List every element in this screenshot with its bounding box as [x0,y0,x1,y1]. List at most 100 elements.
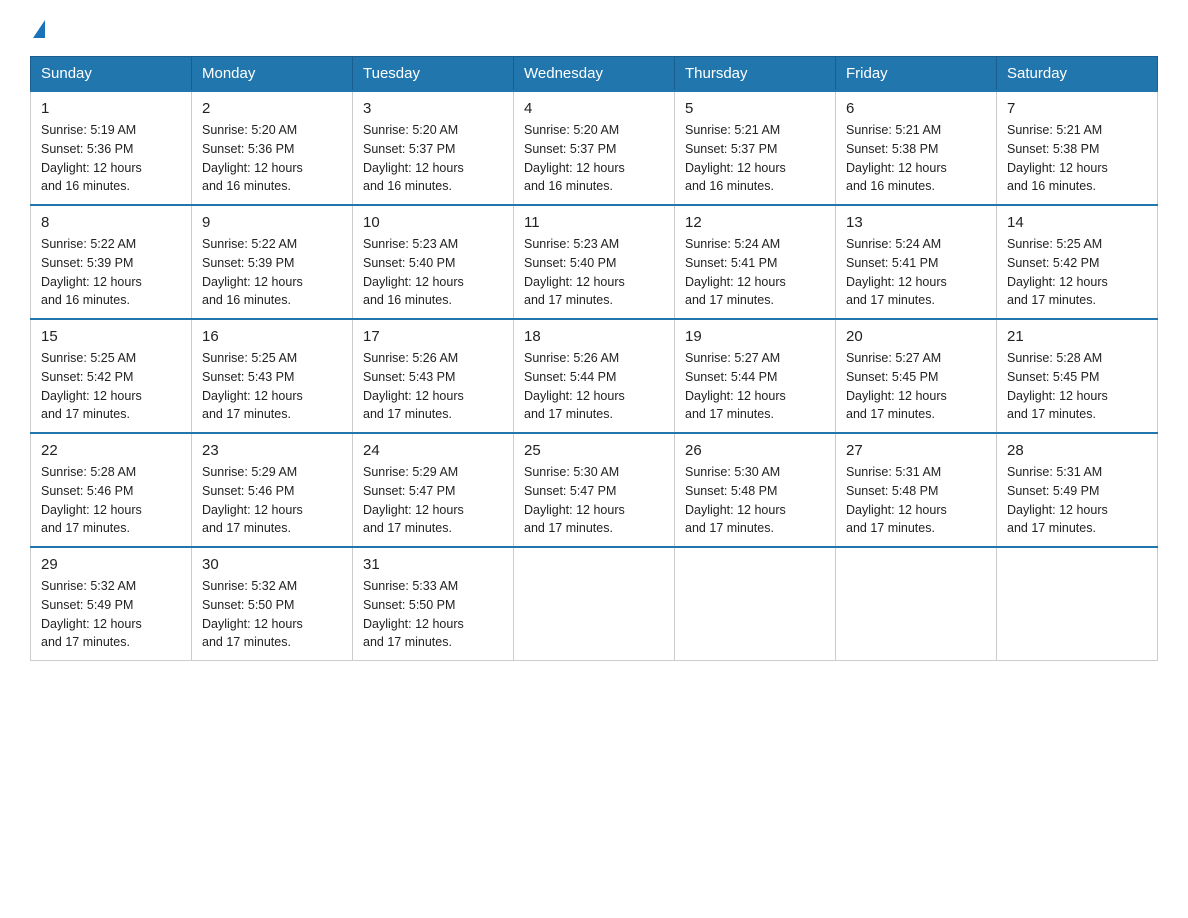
day-number: 24 [363,442,503,459]
calendar-cell: 3 Sunrise: 5:20 AMSunset: 5:37 PMDayligh… [353,91,514,205]
day-number: 3 [363,100,503,117]
calendar-week-row: 29 Sunrise: 5:32 AMSunset: 5:49 PMDaylig… [31,547,1158,661]
day-info: Sunrise: 5:28 AMSunset: 5:45 PMDaylight:… [1007,351,1108,421]
calendar-cell: 20 Sunrise: 5:27 AMSunset: 5:45 PMDaylig… [836,319,997,433]
calendar-cell: 14 Sunrise: 5:25 AMSunset: 5:42 PMDaylig… [997,205,1158,319]
day-info: Sunrise: 5:20 AMSunset: 5:36 PMDaylight:… [202,123,303,193]
day-number: 21 [1007,328,1147,345]
day-info: Sunrise: 5:23 AMSunset: 5:40 PMDaylight:… [363,237,464,307]
calendar-cell [836,547,997,661]
calendar-cell: 15 Sunrise: 5:25 AMSunset: 5:42 PMDaylig… [31,319,192,433]
calendar-cell [997,547,1158,661]
calendar-cell: 9 Sunrise: 5:22 AMSunset: 5:39 PMDayligh… [192,205,353,319]
day-info: Sunrise: 5:32 AMSunset: 5:49 PMDaylight:… [41,579,142,649]
day-number: 12 [685,214,825,231]
day-info: Sunrise: 5:33 AMSunset: 5:50 PMDaylight:… [363,579,464,649]
day-number: 16 [202,328,342,345]
day-info: Sunrise: 5:32 AMSunset: 5:50 PMDaylight:… [202,579,303,649]
calendar-cell: 10 Sunrise: 5:23 AMSunset: 5:40 PMDaylig… [353,205,514,319]
calendar-cell: 21 Sunrise: 5:28 AMSunset: 5:45 PMDaylig… [997,319,1158,433]
day-info: Sunrise: 5:29 AMSunset: 5:46 PMDaylight:… [202,465,303,535]
day-info: Sunrise: 5:19 AMSunset: 5:36 PMDaylight:… [41,123,142,193]
day-number: 28 [1007,442,1147,459]
day-number: 27 [846,442,986,459]
day-number: 5 [685,100,825,117]
day-number: 29 [41,556,181,573]
day-of-week-header: Saturday [997,57,1158,92]
day-number: 14 [1007,214,1147,231]
calendar-cell: 13 Sunrise: 5:24 AMSunset: 5:41 PMDaylig… [836,205,997,319]
day-number: 4 [524,100,664,117]
day-info: Sunrise: 5:20 AMSunset: 5:37 PMDaylight:… [524,123,625,193]
day-info: Sunrise: 5:21 AMSunset: 5:37 PMDaylight:… [685,123,786,193]
day-of-week-header: Sunday [31,57,192,92]
day-number: 6 [846,100,986,117]
calendar-cell: 22 Sunrise: 5:28 AMSunset: 5:46 PMDaylig… [31,433,192,547]
day-info: Sunrise: 5:25 AMSunset: 5:42 PMDaylight:… [1007,237,1108,307]
day-number: 19 [685,328,825,345]
day-number: 15 [41,328,181,345]
day-info: Sunrise: 5:23 AMSunset: 5:40 PMDaylight:… [524,237,625,307]
calendar-week-row: 1 Sunrise: 5:19 AMSunset: 5:36 PMDayligh… [31,91,1158,205]
calendar-cell: 6 Sunrise: 5:21 AMSunset: 5:38 PMDayligh… [836,91,997,205]
day-info: Sunrise: 5:21 AMSunset: 5:38 PMDaylight:… [846,123,947,193]
calendar-cell: 11 Sunrise: 5:23 AMSunset: 5:40 PMDaylig… [514,205,675,319]
day-info: Sunrise: 5:22 AMSunset: 5:39 PMDaylight:… [41,237,142,307]
day-info: Sunrise: 5:30 AMSunset: 5:47 PMDaylight:… [524,465,625,535]
calendar-cell: 25 Sunrise: 5:30 AMSunset: 5:47 PMDaylig… [514,433,675,547]
page-header [30,20,1158,38]
calendar-cell: 16 Sunrise: 5:25 AMSunset: 5:43 PMDaylig… [192,319,353,433]
calendar-cell: 23 Sunrise: 5:29 AMSunset: 5:46 PMDaylig… [192,433,353,547]
calendar-cell: 7 Sunrise: 5:21 AMSunset: 5:38 PMDayligh… [997,91,1158,205]
logo [30,20,48,38]
day-number: 7 [1007,100,1147,117]
day-number: 1 [41,100,181,117]
calendar-week-row: 22 Sunrise: 5:28 AMSunset: 5:46 PMDaylig… [31,433,1158,547]
logo-area [30,20,48,38]
day-info: Sunrise: 5:27 AMSunset: 5:44 PMDaylight:… [685,351,786,421]
calendar-cell: 18 Sunrise: 5:26 AMSunset: 5:44 PMDaylig… [514,319,675,433]
day-number: 22 [41,442,181,459]
day-info: Sunrise: 5:24 AMSunset: 5:41 PMDaylight:… [846,237,947,307]
day-info: Sunrise: 5:27 AMSunset: 5:45 PMDaylight:… [846,351,947,421]
day-number: 11 [524,214,664,231]
day-number: 9 [202,214,342,231]
day-of-week-header: Wednesday [514,57,675,92]
day-info: Sunrise: 5:25 AMSunset: 5:42 PMDaylight:… [41,351,142,421]
day-number: 18 [524,328,664,345]
day-of-week-header: Tuesday [353,57,514,92]
day-number: 17 [363,328,503,345]
calendar-cell [675,547,836,661]
day-info: Sunrise: 5:30 AMSunset: 5:48 PMDaylight:… [685,465,786,535]
calendar-cell: 31 Sunrise: 5:33 AMSunset: 5:50 PMDaylig… [353,547,514,661]
calendar-cell: 2 Sunrise: 5:20 AMSunset: 5:36 PMDayligh… [192,91,353,205]
days-of-week-row: SundayMondayTuesdayWednesdayThursdayFrid… [31,57,1158,92]
day-of-week-header: Friday [836,57,997,92]
day-info: Sunrise: 5:26 AMSunset: 5:43 PMDaylight:… [363,351,464,421]
calendar-cell: 1 Sunrise: 5:19 AMSunset: 5:36 PMDayligh… [31,91,192,205]
day-info: Sunrise: 5:22 AMSunset: 5:39 PMDaylight:… [202,237,303,307]
day-info: Sunrise: 5:21 AMSunset: 5:38 PMDaylight:… [1007,123,1108,193]
day-info: Sunrise: 5:31 AMSunset: 5:48 PMDaylight:… [846,465,947,535]
day-number: 26 [685,442,825,459]
day-info: Sunrise: 5:24 AMSunset: 5:41 PMDaylight:… [685,237,786,307]
calendar-cell [514,547,675,661]
day-number: 25 [524,442,664,459]
calendar-cell: 28 Sunrise: 5:31 AMSunset: 5:49 PMDaylig… [997,433,1158,547]
day-of-week-header: Monday [192,57,353,92]
calendar-header: SundayMondayTuesdayWednesdayThursdayFrid… [31,57,1158,92]
calendar-week-row: 8 Sunrise: 5:22 AMSunset: 5:39 PMDayligh… [31,205,1158,319]
day-of-week-header: Thursday [675,57,836,92]
calendar-cell: 26 Sunrise: 5:30 AMSunset: 5:48 PMDaylig… [675,433,836,547]
day-info: Sunrise: 5:29 AMSunset: 5:47 PMDaylight:… [363,465,464,535]
calendar-cell: 29 Sunrise: 5:32 AMSunset: 5:49 PMDaylig… [31,547,192,661]
logo-triangle-icon [33,20,45,38]
day-number: 13 [846,214,986,231]
day-info: Sunrise: 5:25 AMSunset: 5:43 PMDaylight:… [202,351,303,421]
calendar-body: 1 Sunrise: 5:19 AMSunset: 5:36 PMDayligh… [31,91,1158,661]
calendar-cell: 17 Sunrise: 5:26 AMSunset: 5:43 PMDaylig… [353,319,514,433]
day-info: Sunrise: 5:26 AMSunset: 5:44 PMDaylight:… [524,351,625,421]
calendar-cell: 30 Sunrise: 5:32 AMSunset: 5:50 PMDaylig… [192,547,353,661]
calendar-cell: 4 Sunrise: 5:20 AMSunset: 5:37 PMDayligh… [514,91,675,205]
calendar-week-row: 15 Sunrise: 5:25 AMSunset: 5:42 PMDaylig… [31,319,1158,433]
